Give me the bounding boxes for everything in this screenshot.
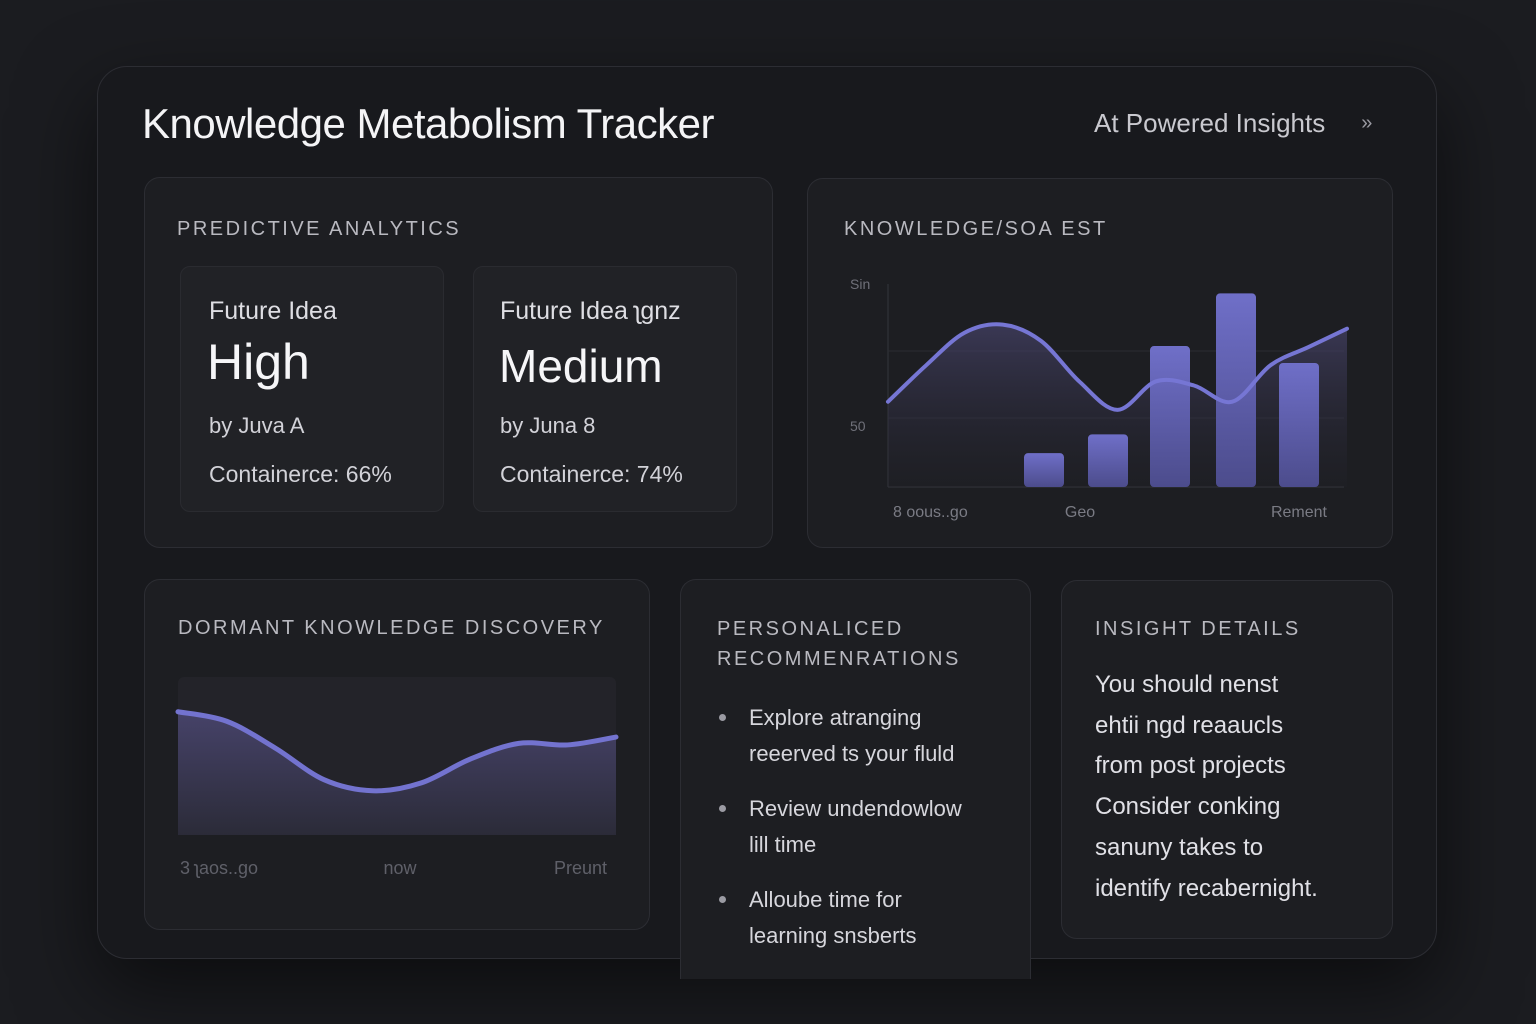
- insight-line: Consider conking: [1095, 793, 1281, 821]
- insight-details-card: INSIGHT DETAILS You should nenst ehtii n…: [1061, 580, 1393, 939]
- bar-b1: [1024, 453, 1064, 487]
- x-tick-label: 8 oous..go: [893, 504, 968, 521]
- dormant-knowledge-card: DORMANT KNOWLEDGE DISCOVERY 3 ʅaos..go no…: [144, 579, 650, 930]
- bullet-icon: [719, 896, 726, 903]
- bar-b3: [1150, 346, 1190, 487]
- ai-insights-link[interactable]: At Powered Insights »: [1094, 108, 1372, 139]
- insight-line: You should nenst: [1095, 671, 1279, 698]
- insight-details-label: INSIGHT DETAILS: [1095, 618, 1301, 640]
- x-tick-label: 3 ʅaos..go: [180, 858, 258, 878]
- prediction-confidence: Containerce: 66%: [209, 461, 392, 487]
- prediction-level: High: [207, 334, 310, 390]
- prediction-card-high[interactable]: Future Idea High by Juva A Containerce: …: [180, 266, 444, 512]
- knowledge-bar-line-chart: Sin 50 8 oous..go Geo Rement: [850, 276, 1349, 521]
- prediction-author: by Juva A: [209, 413, 305, 438]
- prediction-confidence: Containerce: 74%: [500, 461, 683, 487]
- recommendations-card: PERSONALICED RECOMMENRATIONS Explore atr…: [680, 579, 1031, 979]
- prediction-level: Medium: [499, 340, 663, 392]
- bar-b2: [1088, 434, 1128, 487]
- recommendations-list: Explore atranging reeerved ts your fluld…: [717, 700, 1007, 973]
- ai-insights-label: At Powered Insights: [1094, 108, 1326, 138]
- prediction-title: Future Idea ʅɡnz: [500, 297, 681, 325]
- recommendation-item[interactable]: Alloube time for learning snsberts: [717, 882, 1007, 954]
- prediction-title: Future Idea: [209, 297, 337, 325]
- page-title: Knowledge Metabolism Tracker: [142, 100, 714, 147]
- double-chevron-right-icon: »: [1361, 112, 1373, 134]
- insight-line: identify recabernight.: [1095, 874, 1318, 902]
- dormant-area-chart: 3 ʅaos..go now Preunt: [175, 677, 619, 878]
- x-tick-label: Geo: [1065, 504, 1095, 521]
- y-tick-label: Sin: [850, 276, 870, 292]
- insight-details-text: You should nenst ehtii ngd reaaucls from…: [1095, 665, 1395, 909]
- y-tick-label: 50: [850, 418, 866, 434]
- recommendation-item[interactable]: Review undendowlow lill time: [717, 791, 1007, 863]
- x-tick-label: Rement: [1271, 504, 1328, 521]
- insight-line: ehtii ngd reaaucls: [1095, 711, 1284, 739]
- prediction-author: by Juna 8: [500, 413, 596, 438]
- insight-line: sanuny takes to: [1095, 833, 1264, 861]
- knowledge-chart-card: KNOWLEDGE/SOA EST Sin 50 8 oous..go Geo Reme…: [807, 178, 1393, 548]
- bullet-icon: [719, 805, 726, 812]
- predictive-analytics-label: PREDICTIVE ANALYTICS: [177, 218, 462, 240]
- predictive-analytics-card: PREDICTIVE ANALYTICS Future Idea High by…: [144, 177, 773, 548]
- insight-line: from post projects: [1095, 752, 1286, 780]
- bullet-icon: [719, 714, 726, 721]
- prediction-card-medium[interactable]: Future Idea ʅɡnz Medium by Juna 8 Contai…: [473, 266, 737, 512]
- x-tick-label: now: [383, 858, 417, 878]
- x-tick-label: Preunt: [554, 858, 607, 878]
- recommendations-label: PERSONALICED RECOMMENRATIONS: [717, 618, 961, 670]
- recommendation-item[interactable]: Explore atranging reeerved ts your fluld: [717, 700, 1007, 772]
- bar-b5: [1279, 362, 1319, 487]
